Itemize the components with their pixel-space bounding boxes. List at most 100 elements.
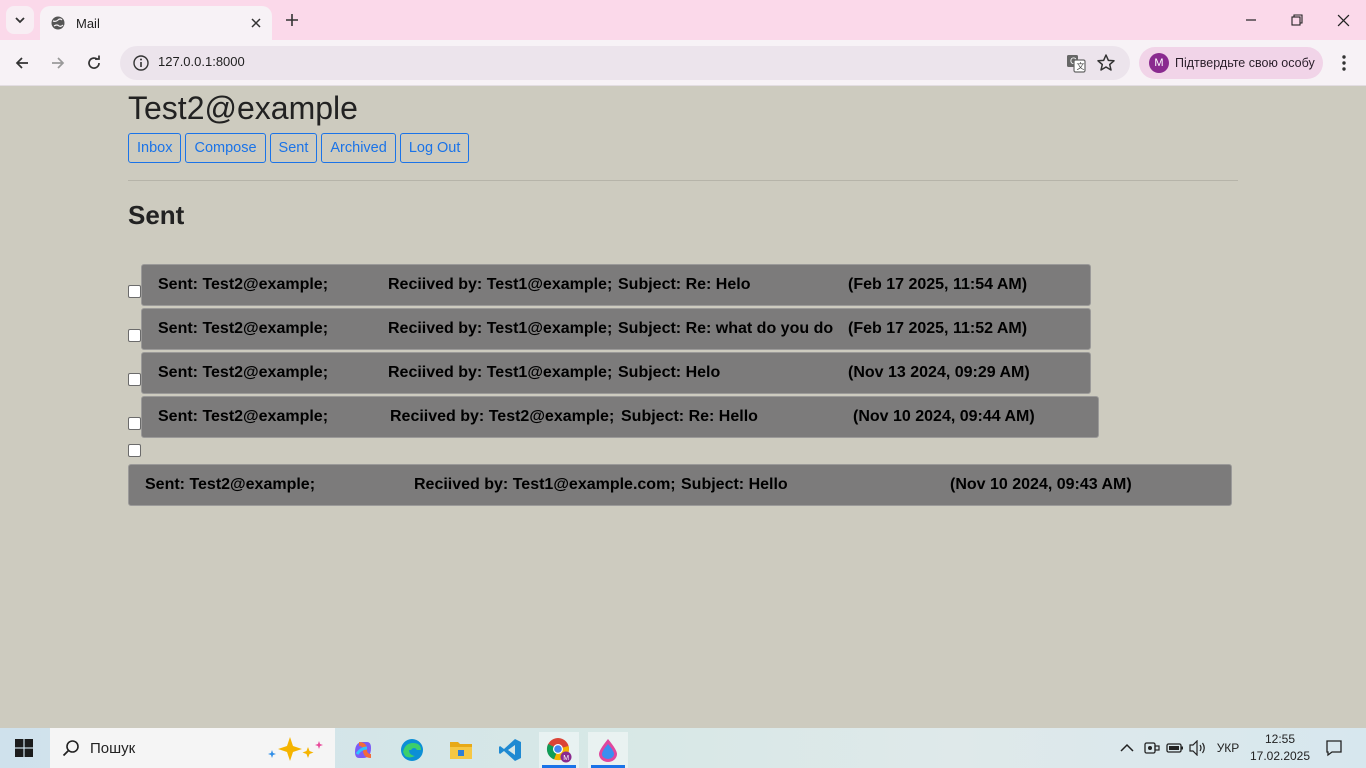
plus-icon xyxy=(286,14,298,26)
bookmark-star-icon[interactable] xyxy=(1096,53,1116,73)
sent-button[interactable]: Sent xyxy=(269,133,318,163)
email-timestamp: (Nov 10 2024, 09:43 AM) xyxy=(950,476,1132,493)
language-indicator[interactable]: УКР xyxy=(1212,728,1244,768)
minimize-icon xyxy=(1246,19,1256,21)
user-email-title: Test2@example xyxy=(128,90,358,126)
copilot-icon xyxy=(355,742,372,758)
email-sender: Sent: Test2@example; xyxy=(145,476,316,493)
email-checkbox[interactable] xyxy=(128,285,141,298)
address-bar[interactable]: 127.0.0.1:8000 G文 xyxy=(120,46,1130,80)
email-subject: Subject: Helo xyxy=(618,364,721,381)
email-row[interactable]: Sent: Test2@example; Reciived by: Test1@… xyxy=(141,264,1091,306)
url-text[interactable]: 127.0.0.1:8000 xyxy=(158,54,245,69)
archived-button[interactable]: Archived xyxy=(321,133,396,163)
device-icon xyxy=(1144,742,1160,754)
svg-text:文: 文 xyxy=(1077,61,1085,71)
taskbar-clock[interactable]: 12:55 17.02.2025 xyxy=(1248,731,1312,765)
taskbar-paint[interactable] xyxy=(588,732,628,768)
email-recipient: Reciived by: Test1@example; xyxy=(388,276,613,293)
clock-time: 12:55 xyxy=(1264,732,1296,746)
email-checkbox[interactable] xyxy=(128,373,141,386)
email-sender: Sent: Test2@example; xyxy=(158,408,329,425)
logout-button[interactable]: Log Out xyxy=(399,133,470,163)
mail-page: Test2@example Inbox Compose Sent Archive… xyxy=(0,87,1366,728)
taskbar-copilot[interactable] xyxy=(343,732,383,768)
taskbar-search[interactable]: Пошук xyxy=(50,728,335,768)
email-row[interactable]: Sent: Test2@example; Reciived by: Test2@… xyxy=(141,396,1099,438)
forward-button[interactable] xyxy=(44,49,72,77)
file-explorer-icon xyxy=(450,742,472,759)
chevron-up-icon xyxy=(1120,743,1134,752)
taskbar-file-explorer[interactable] xyxy=(441,732,481,768)
taskbar-chrome[interactable]: M xyxy=(539,732,579,768)
email-checkbox[interactable] xyxy=(128,417,141,430)
notification-icon xyxy=(1326,740,1342,757)
tray-volume-button[interactable] xyxy=(1187,728,1209,768)
close-icon xyxy=(251,18,261,28)
svg-text:M: M xyxy=(563,755,569,762)
kebab-menu-icon xyxy=(1342,55,1346,71)
profile-chip[interactable]: M Підтвердьте свою особу xyxy=(1139,47,1323,79)
taskbar: Пошук M УКР 12:55 17.02.2025 xyxy=(0,728,1366,768)
close-icon xyxy=(1337,14,1349,26)
taskbar-vscode[interactable] xyxy=(490,732,530,768)
mail-nav: Inbox Compose Sent Archived Log Out xyxy=(128,133,470,163)
chrome-icon: M xyxy=(546,738,572,763)
browser-toolbar: 127.0.0.1:8000 G文 M Підтвердьте свою осо… xyxy=(0,40,1366,86)
email-checkbox[interactable] xyxy=(128,329,141,342)
notifications-button[interactable] xyxy=(1320,728,1348,768)
email-recipient: Reciived by: Test1@example; xyxy=(388,320,613,337)
email-timestamp: (Feb 17 2025, 11:54 AM) xyxy=(848,276,1028,293)
profile-chip-label: Підтвердьте свою особу xyxy=(1175,56,1315,70)
restore-button[interactable] xyxy=(1274,0,1320,40)
reload-icon xyxy=(88,55,100,69)
start-button[interactable] xyxy=(8,734,40,762)
mailbox-title: Sent xyxy=(128,200,185,230)
translate-icon[interactable]: G文 xyxy=(1066,53,1086,73)
speaker-icon xyxy=(1189,740,1205,756)
email-row[interactable]: Sent: Test2@example; Reciived by: Test1@… xyxy=(141,352,1091,394)
edge-icon xyxy=(401,739,423,761)
reload-button[interactable] xyxy=(80,49,108,77)
close-window-button[interactable] xyxy=(1320,0,1366,40)
browser-menu-button[interactable] xyxy=(1332,49,1356,77)
email-checkbox[interactable] xyxy=(128,444,141,457)
email-subject: Subject: Re: Hello xyxy=(621,408,758,425)
tab-search-button[interactable] xyxy=(6,6,34,34)
divider xyxy=(128,180,1238,181)
email-subject: Subject: Re: Helo xyxy=(618,276,751,293)
windows-logo-icon xyxy=(15,739,33,757)
email-recipient: Reciived by: Test2@example; xyxy=(390,408,615,425)
tray-battery-button[interactable] xyxy=(1164,728,1186,768)
tray-overflow-button[interactable] xyxy=(1116,728,1138,768)
minimize-button[interactable] xyxy=(1228,0,1274,40)
paint-icon xyxy=(599,739,617,762)
email-sender: Sent: Test2@example; xyxy=(158,364,329,381)
browser-tab-mail[interactable]: Mail xyxy=(40,6,272,40)
back-button[interactable] xyxy=(8,49,36,77)
battery-icon xyxy=(1166,743,1183,753)
close-tab-button[interactable] xyxy=(246,13,266,33)
vscode-icon xyxy=(499,739,521,761)
email-timestamp: (Nov 10 2024, 09:44 AM) xyxy=(853,408,1035,425)
email-recipient: Reciived by: Test1@example.com; xyxy=(414,476,676,493)
email-row[interactable]: Sent: Test2@example; Reciived by: Test1@… xyxy=(128,464,1232,506)
browser-tab-bar: Mail xyxy=(0,0,1366,40)
email-row[interactable]: Sent: Test2@example; Reciived by: Test1@… xyxy=(141,308,1091,350)
email-sender: Sent: Test2@example; xyxy=(158,320,329,337)
inbox-button[interactable]: Inbox xyxy=(128,133,182,163)
sparkle-icon xyxy=(268,737,323,761)
restore-icon xyxy=(1291,14,1303,26)
new-tab-button[interactable] xyxy=(280,8,304,32)
email-recipient: Reciived by: Test1@example; xyxy=(388,364,613,381)
email-subject: Subject: Re: what do you do xyxy=(618,320,834,337)
globe-icon xyxy=(51,16,65,30)
email-timestamp: (Nov 13 2024, 09:29 AM) xyxy=(848,364,1030,381)
arrow-right-icon xyxy=(52,57,65,69)
taskbar-edge[interactable] xyxy=(392,732,432,768)
site-info-icon[interactable] xyxy=(132,54,150,72)
compose-button[interactable]: Compose xyxy=(185,133,266,163)
email-subject: Subject: Hello xyxy=(681,476,788,493)
arrow-left-icon xyxy=(15,57,28,69)
tray-device-button[interactable] xyxy=(1141,728,1163,768)
